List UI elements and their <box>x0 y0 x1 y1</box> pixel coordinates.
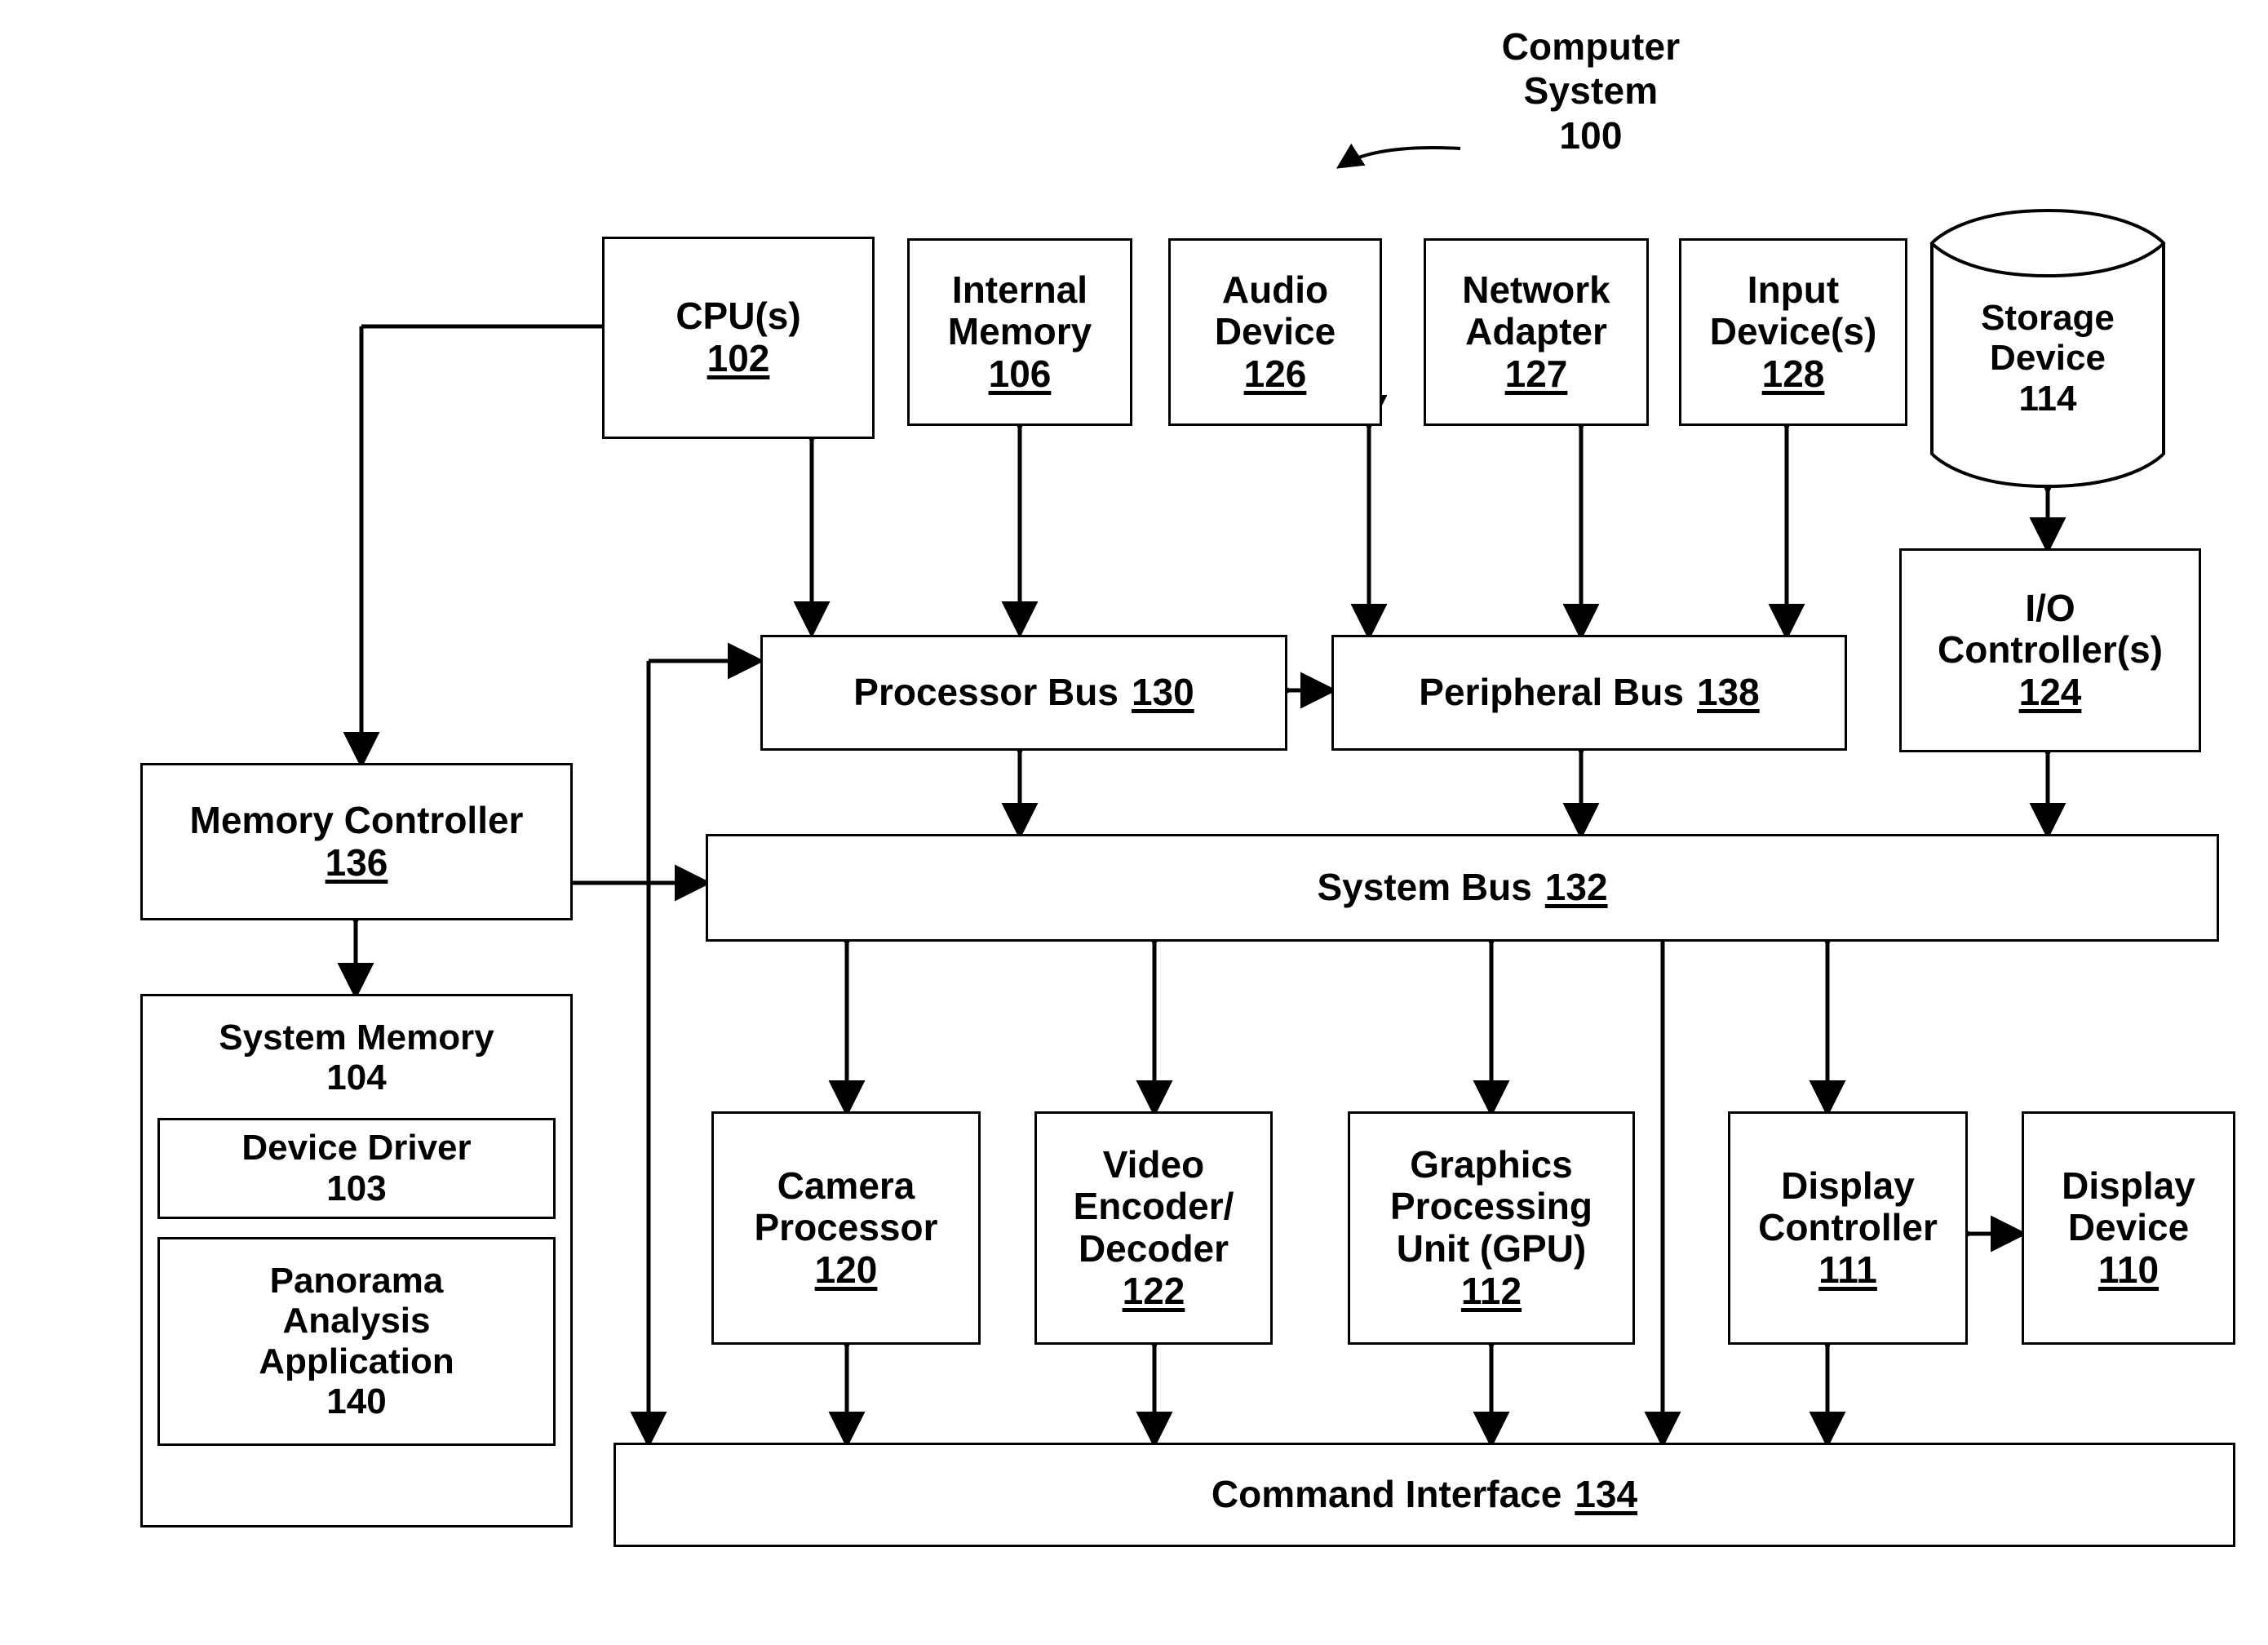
block-network-adapter[interactable]: Network Adapter 127 <box>1424 238 1649 426</box>
block-processor-bus[interactable]: Processor Bus 130 <box>760 635 1287 751</box>
block-system-bus-title: System Bus <box>1317 866 1532 909</box>
block-storage-device-line1: Storage <box>1981 298 2115 339</box>
block-audio-device[interactable]: Audio Device 126 <box>1168 238 1382 426</box>
block-processor-bus-title: Processor Bus <box>853 671 1118 714</box>
figure-title-number: 100 <box>1559 113 1623 157</box>
block-audio-device-line2: Device <box>1214 310 1336 353</box>
block-input-devices-number: 128 <box>1761 352 1825 395</box>
block-display-device[interactable]: Display Device 110 <box>2022 1111 2235 1345</box>
block-camera-processor-line2: Processor <box>754 1206 938 1249</box>
block-input-devices[interactable]: Input Device(s) 128 <box>1679 238 1907 426</box>
block-display-controller[interactable]: Display Controller 111 <box>1728 1111 1968 1345</box>
block-peripheral-bus[interactable]: Peripheral Bus 138 <box>1331 635 1847 751</box>
block-audio-device-number: 126 <box>1243 352 1307 395</box>
block-system-bus-number: 132 <box>1544 866 1608 909</box>
block-video-codec-line3: Decoder <box>1078 1227 1229 1270</box>
block-camera-processor-number: 120 <box>814 1248 878 1291</box>
block-cpu[interactable]: CPU(s) 102 <box>602 237 875 439</box>
block-system-memory-number: 104 <box>326 1058 387 1098</box>
block-storage-device[interactable]: Storage Device 114 <box>1927 204 2168 491</box>
block-input-devices-line1: Input <box>1747 268 1840 311</box>
block-system-memory-header: System Memory 104 <box>219 1018 494 1098</box>
block-network-adapter-line2: Adapter <box>1465 310 1607 353</box>
block-display-controller-line2: Controller <box>1758 1206 1938 1249</box>
block-camera-processor[interactable]: Camera Processor 120 <box>711 1111 981 1345</box>
block-panorama-application-line1: Panorama <box>269 1261 444 1301</box>
block-peripheral-bus-number: 138 <box>1696 671 1760 714</box>
block-command-interface-title: Command Interface <box>1211 1473 1562 1516</box>
block-audio-device-line1: Audio <box>1221 268 1329 311</box>
block-cpu-title: CPU(s) <box>676 295 801 338</box>
block-cpu-number: 102 <box>707 337 770 379</box>
block-gpu-number: 112 <box>1460 1269 1522 1312</box>
block-gpu[interactable]: Graphics Processing Unit (GPU) 112 <box>1348 1111 1635 1345</box>
block-internal-memory-line1: Internal <box>951 268 1088 311</box>
block-storage-device-number: 114 <box>2018 378 2077 419</box>
block-processor-bus-number: 130 <box>1131 671 1194 714</box>
block-command-interface-number: 134 <box>1575 1473 1638 1516</box>
block-memory-controller[interactable]: Memory Controller 136 <box>140 763 573 920</box>
block-storage-device-line2: Device <box>1990 338 2106 379</box>
block-panorama-application[interactable]: Panorama Analysis Application 140 <box>157 1236 556 1446</box>
block-network-adapter-number: 127 <box>1504 352 1568 395</box>
block-panorama-application-number: 140 <box>326 1381 387 1421</box>
block-io-controller[interactable]: I/O Controller(s) 124 <box>1899 548 2201 752</box>
block-video-codec-line1: Video <box>1102 1142 1205 1186</box>
block-panorama-application-line3: Application <box>259 1341 454 1381</box>
block-io-controller-line1: I/O <box>2025 586 2075 629</box>
block-display-controller-line1: Display <box>1781 1164 1915 1207</box>
block-internal-memory[interactable]: Internal Memory 106 <box>907 238 1132 426</box>
block-video-codec-line2: Encoder/ <box>1073 1185 1234 1228</box>
figure-title-line1: Computer <box>1501 25 1681 68</box>
block-system-bus[interactable]: System Bus 132 <box>706 834 2219 942</box>
block-internal-memory-line2: Memory <box>947 310 1092 353</box>
block-command-interface[interactable]: Command Interface 134 <box>614 1443 2235 1547</box>
block-camera-processor-line1: Camera <box>777 1164 915 1207</box>
block-device-driver[interactable]: Device Driver 103 <box>157 1117 556 1219</box>
block-video-codec[interactable]: Video Encoder/ Decoder 122 <box>1034 1111 1273 1345</box>
figure-canvas: Computer System 100 CPU(s) 102 Internal … <box>0 0 2268 1645</box>
block-system-memory[interactable]: System Memory 104 Device Driver 103 Pano… <box>140 994 573 1528</box>
block-panorama-application-line2: Analysis <box>282 1301 431 1341</box>
block-display-device-line1: Display <box>2062 1164 2195 1207</box>
block-device-driver-title: Device Driver <box>241 1128 472 1168</box>
block-internal-memory-number: 106 <box>988 352 1052 395</box>
block-display-device-line2: Device <box>2067 1206 2190 1249</box>
block-video-codec-number: 122 <box>1122 1269 1185 1312</box>
block-device-driver-number: 103 <box>326 1168 387 1208</box>
block-memory-controller-title: Memory Controller <box>189 798 524 841</box>
block-peripheral-bus-title: Peripheral Bus <box>1419 671 1684 714</box>
block-display-controller-number: 111 <box>1818 1248 1877 1291</box>
block-input-devices-line2: Device(s) <box>1709 310 1877 353</box>
callout-arrow <box>1336 143 1461 169</box>
block-gpu-line1: Graphics <box>1410 1142 1573 1186</box>
block-display-device-number: 110 <box>2097 1248 2159 1291</box>
block-gpu-line3: Unit (GPU) <box>1396 1227 1587 1270</box>
block-memory-controller-number: 136 <box>325 840 388 884</box>
block-system-memory-title: System Memory <box>219 1018 494 1058</box>
block-network-adapter-line1: Network <box>1462 268 1610 311</box>
figure-title-line2: System <box>1523 69 1659 113</box>
figure-title: Computer System 100 <box>1460 24 1721 157</box>
block-gpu-line2: Processing <box>1390 1185 1592 1228</box>
block-io-controller-number: 124 <box>2018 670 2082 713</box>
block-io-controller-line2: Controller(s) <box>1938 628 2163 672</box>
